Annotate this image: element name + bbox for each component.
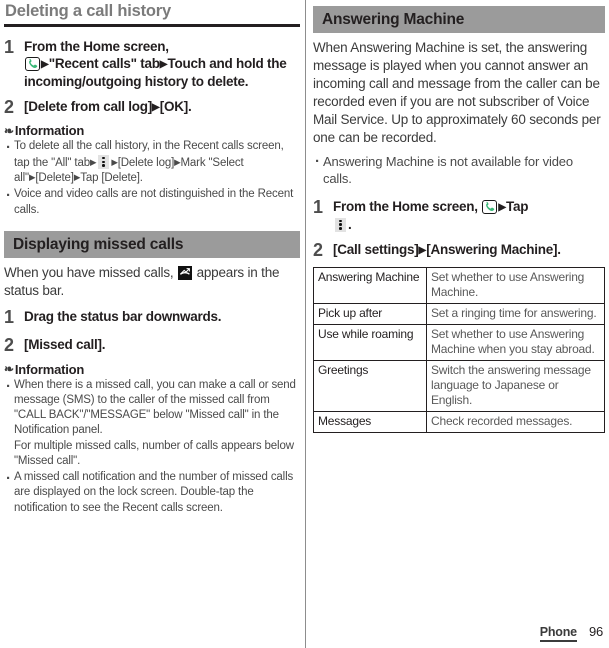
page-number: 96 <box>588 624 603 639</box>
arrow-glyph: ▶ <box>159 59 168 71</box>
information-heading: ❧ Information <box>4 123 300 138</box>
phone-app-icon <box>482 200 498 215</box>
bullet-text-part: [Delete] <box>35 172 74 185</box>
step-text-part: Tap <box>506 199 529 215</box>
overflow-menu-icon <box>98 154 110 169</box>
step-text-part: [Delete from call log] <box>24 98 153 114</box>
arrow-glyph: ▶ <box>89 156 97 167</box>
information-heading: ❧ Information <box>4 362 300 377</box>
missed-call-icon <box>178 266 192 281</box>
table-row: Pick up after Set a ringing time for ans… <box>313 302 605 325</box>
step-item: 2 [Delete from call log]▶[OK]. <box>4 96 300 118</box>
right-column: Answering Machine When Answering Machine… <box>313 0 605 433</box>
table-row: Answering Machine Set whether to use Ans… <box>313 266 605 304</box>
column-divider <box>305 0 306 648</box>
step-item: 1 From the Home screen, ▶Tap . <box>313 196 605 233</box>
information-label: Information <box>14 123 85 139</box>
bullet-text-part: Tap [Delete]. <box>80 172 143 185</box>
step-text: [Missed call]. <box>24 336 106 352</box>
setting-description: Set a ringing time for answering. <box>426 302 605 325</box>
manual-page: Deleting a call history 1 From the Home … <box>0 0 609 648</box>
page-title: Deleting a call history <box>4 0 300 27</box>
list-item: A missed call notification and the numbe… <box>4 469 300 516</box>
step-text-part: [OK]. <box>159 98 192 114</box>
bullet-text-part: [Delete log] <box>117 156 175 169</box>
step-text-part: [Call settings] <box>333 241 419 257</box>
step-item: 2 [Missed call]. <box>4 334 300 356</box>
step-text-part: [Answering Machine]. <box>426 241 561 257</box>
answering-machine-settings-table: Answering Machine Set whether to use Ans… <box>313 266 605 433</box>
setting-name: Pick up after <box>313 302 427 325</box>
step-text-part: "Recent calls" tab <box>48 56 160 72</box>
information-list: To delete all the call history, in the R… <box>4 138 300 218</box>
list-item: To delete all the call history, in the R… <box>4 138 300 186</box>
step-text: Drag the status bar downwards. <box>24 309 222 325</box>
section-intro-text: When you have missed calls, appears in t… <box>4 264 300 300</box>
step-text-part: . <box>348 216 352 232</box>
left-column: Deleting a call history 1 From the Home … <box>4 0 300 517</box>
overflow-menu-icon <box>335 217 346 232</box>
section-heading-answering-machine: Answering Machine <box>313 6 605 34</box>
setting-name: Messages <box>313 410 427 433</box>
setting-name: Greetings <box>313 359 427 412</box>
step-number: 2 <box>4 96 15 117</box>
step-text: From the Home screen, ▶Tap . <box>333 196 605 233</box>
answering-machine-notes: Answering Machine is not available for v… <box>313 152 605 187</box>
table-row: Messages Check recorded messages. <box>313 410 605 433</box>
step-number: 2 <box>4 334 15 355</box>
setting-name: Use while roaming <box>313 323 427 361</box>
setting-description: Set whether to use Answering Machine whe… <box>426 323 605 361</box>
list-item: Voice and video calls are not distinguis… <box>4 186 300 218</box>
list-item: Answering Machine is not available for v… <box>313 152 605 187</box>
step-item: 2 [Call settings]▶[Answering Machine]. <box>313 239 605 261</box>
step-text: From the Home screen, ▶"Recent calls" ta… <box>24 36 300 90</box>
step-text: [Call settings]▶[Answering Machine]. <box>333 239 605 258</box>
chapter-label: Phone <box>539 625 577 642</box>
information-label: Information <box>14 361 85 377</box>
setting-description: Switch the answering message language to… <box>426 359 605 412</box>
arrow-glyph: ▶ <box>41 59 49 71</box>
intro-text-part: When you have missed calls, <box>4 265 174 281</box>
table-row: Greetings Switch the answering message l… <box>313 359 605 412</box>
arrow-glyph: ▶ <box>152 101 160 113</box>
step-text-part: From the Home screen, <box>24 38 169 54</box>
step-text: [Delete from call log]▶[OK]. <box>24 96 300 115</box>
step-number: 1 <box>4 307 15 328</box>
list-item: When there is a missed call, you can mak… <box>4 377 300 470</box>
section-heading-displaying-missed-calls: Displaying missed calls <box>4 230 300 259</box>
answering-machine-intro: When Answering Machine is set, the answe… <box>313 40 601 146</box>
arrow-glyph: ▶ <box>498 202 507 214</box>
phone-app-icon <box>25 57 40 72</box>
setting-description: Check recorded messages. <box>426 410 605 433</box>
step-number: 1 <box>4 36 15 57</box>
step-item: 1 Drag the status bar downwards. <box>4 306 300 328</box>
step-text-part: From the Home screen, <box>333 199 478 215</box>
table-row: Use while roaming Set whether to use Ans… <box>313 323 605 361</box>
table-body: Answering Machine Set whether to use Ans… <box>313 266 605 433</box>
flower-icon: ❧ <box>4 123 14 138</box>
setting-description: Set whether to use Answering Machine. <box>426 266 605 304</box>
step-number: 1 <box>313 197 324 218</box>
step-number: 2 <box>313 239 324 260</box>
page-footer: Phone 96 <box>539 624 603 642</box>
setting-name: Answering Machine <box>313 266 427 304</box>
step-item: 1 From the Home screen, ▶"Recent calls" … <box>4 36 300 90</box>
information-list: When there is a missed call, you can mak… <box>4 377 300 517</box>
flower-icon: ❧ <box>4 362 14 377</box>
